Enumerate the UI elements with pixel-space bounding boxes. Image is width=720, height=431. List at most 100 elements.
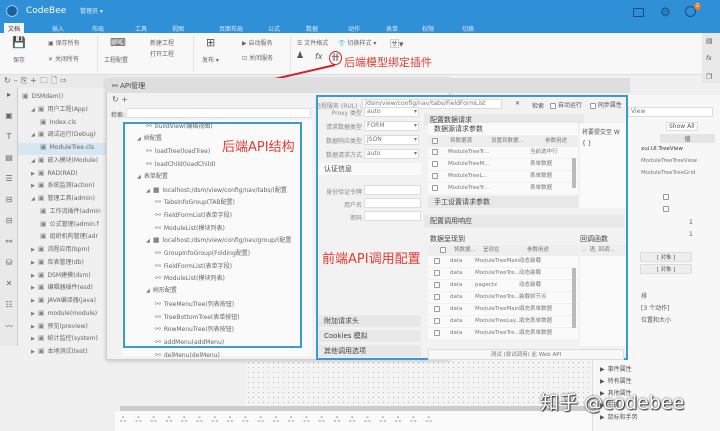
option-select[interactable]: FORM ▾ [364,121,419,131]
response-section[interactable]: 配置调用响应 [424,215,624,227]
tree-item[interactable]: ▣ DSMdam() [22,90,63,102]
publish-icon[interactable]: ⊞ [206,36,215,49]
settings-icon[interactable]: ⚙ [660,5,671,19]
tab-1[interactable]: 插入 [48,23,68,33]
tree-item[interactable]: ▶ ▣ 库表管理(db) [31,256,84,268]
expand-arrow-icon[interactable]: ◢ [146,238,150,244]
tab-2[interactable]: 布局 [88,23,108,33]
prop-section[interactable]: ▶ 鼠标和手势 [600,412,638,421]
tab-11[interactable]: 切换 [458,23,478,33]
manual-params-section[interactable]: 手工设置请求参数 [428,196,578,208]
window-icon[interactable] [633,8,644,17]
response-row[interactable]: data ModuleTreeMain动态装载 [428,256,578,267]
expand-arrow-icon[interactable]: ▶ [31,260,35,266]
project-config-icon[interactable]: ⌨ [110,36,126,49]
sidebar-tool-icon-5[interactable]: ⊟ [3,195,15,207]
prop-section[interactable]: ▶ 布局 [600,400,620,409]
api-tree-item[interactable]: ⚯ GroupInfoGroup(Folding配置) [155,247,250,259]
refresh-icon[interactable]: ↻ [112,95,121,104]
auth-field-input[interactable] [364,198,421,208]
row-checkbox[interactable] [432,172,438,179]
response-row[interactable]: data ModuleTreeLay...填充表单数据 [428,316,578,327]
save-button[interactable]: 保存 [13,55,25,64]
fx-side-icon[interactable]: fx [706,55,712,62]
tree-item[interactable]: ◢ ▣ 管理工具(admin) [31,192,95,204]
tree-item[interactable]: ◢ ▣ 调试运行(Debug) [31,128,96,140]
tree-item[interactable]: ▣ 组织机构管理(adr [40,230,98,242]
api-tree-item[interactable]: ⚯ TabsInfoGroup(TAB配置) [155,196,235,208]
test-api-button[interactable]: 测试 (尝试调用) 此 Web API [428,349,624,360]
expand-arrow-icon[interactable]: ◢ [137,174,141,180]
tab-0[interactable]: 文档 [4,23,25,33]
expand-arrow-icon[interactable]: ◢ [31,132,35,138]
expand-arrow-icon[interactable]: ▶ [31,171,35,177]
api-tree-item[interactable]: ⚯ RowMenuTree(列表按钮) [155,323,234,335]
tab-6[interactable]: 公式 [264,23,284,33]
switch-style-button[interactable]: 👕 切换样式 ▾ [338,38,376,47]
response-row[interactable]: data ModuleTreeTre...装载树节点 [428,292,578,303]
api-search-input[interactable] [126,108,311,118]
sidebar-tool-icon-2[interactable]: T [3,132,15,144]
tree-item[interactable]: ▶ ▣ DSM建模(dsm) [31,269,91,281]
project-config-button[interactable]: 工程配置 [104,55,128,64]
request-scrollbar[interactable] [572,158,576,188]
row-checkbox[interactable] [432,184,438,191]
tree-item[interactable]: ▶ ▣ 流程应用(bpm) [31,243,90,255]
expand-arrow-icon[interactable]: ▶ [31,349,35,355]
response-row[interactable]: data ModuleTreeTre...填充表单数据 [428,328,578,339]
tab-10[interactable]: 权限 [418,23,438,33]
expand-arrow-icon[interactable]: ◢ [137,136,141,142]
expand-arrow-icon[interactable]: ▶ [31,273,35,279]
option-select[interactable]: auto ▾ [364,107,419,117]
tab-5[interactable]: 页面布局 [215,23,247,33]
api-tree-item[interactable]: ⚯ loadChild(loadChild) [146,158,215,170]
expand-arrow-icon[interactable]: ▶ [31,324,35,330]
api-tree-item[interactable]: ⚯ TreeBottomTree(表单按钮) [155,311,240,323]
collapsed-section[interactable]: 附加请求头 [318,315,421,327]
save-all-button[interactable]: ▣ 保存所有 [48,38,80,47]
new-file-icon[interactable]: 🗋 [51,76,60,85]
expand-arrow-icon[interactable]: ▶ [31,298,35,304]
api-tree-item[interactable]: ◢ 树配置 [137,133,162,145]
request-row[interactable]: ModuleTreeTr... 表单数据 [428,183,578,194]
api-tree-item[interactable]: ◢ 表单配置 [137,171,168,183]
sidebar-tool-icon-4[interactable]: ☰ [3,174,15,186]
export-icon[interactable]: ⇨ [60,76,70,85]
response-row[interactable]: data ModuleTreeMain填充表单数据 [428,304,578,315]
show-all-button[interactable]: Show All [666,122,698,131]
add-icon[interactable]: + [121,95,128,104]
folder-icon[interactable]: 🗀 [40,76,51,85]
tree-item[interactable]: ▣ 公式管理(admin.f [40,218,99,230]
tree-item[interactable]: ▣ ModuleTree.cls [40,141,94,153]
minus-icon[interactable]: – [14,76,21,85]
tab-4[interactable]: 视图 [168,23,188,33]
tab-3[interactable]: 工具 [131,23,151,33]
request-row[interactable]: ModuleTreeTr... 当前选中行 [428,147,578,158]
row-checkbox[interactable] [434,269,440,276]
tree-item[interactable]: ◢ ▣ 用户工程(App) [31,103,88,115]
refresh-icon[interactable]: ↻ [4,76,14,85]
expand-arrow-icon[interactable]: ◢ [31,158,35,164]
api-tree-item[interactable]: ⚯ ModuleList(模块列表) [155,222,225,234]
row-checkbox[interactable] [432,160,438,167]
row-checkbox[interactable] [434,257,440,264]
close-all-button[interactable]: ✕ 关闭所有 [48,54,79,63]
sidebar-tool-icon-9[interactable]: ✕ [3,279,15,291]
api-tree-item[interactable]: ⚯ TreeMenuTree(列表按钮) [155,298,234,310]
api-dialog-titlebar[interactable] [106,78,450,93]
api-tree-item[interactable]: ◢ 树形配置 [146,285,177,297]
tree-item[interactable]: ◢ ▣ 嵌入模块(Module) [31,154,98,166]
option-select[interactable]: auto ▾ [364,149,419,159]
prop-checkbox[interactable] [663,194,669,200]
user-menu[interactable]: 管理员 ▾ [80,6,103,15]
expand-arrow-icon[interactable]: ◢ [31,107,35,113]
response-row[interactable]: data ModuleTreeTre...动态装载 [428,268,578,279]
copy-icon[interactable]: ⎘ [21,76,30,85]
prop-section[interactable]: ▶ 其他属性 [600,388,632,397]
tab-8[interactable]: 动作 [344,23,364,33]
row-checkbox[interactable] [432,148,438,155]
file-format-button[interactable]: ☰ 文件格式 [297,38,328,47]
prop-object-button[interactable]: [ 对象 ] [640,264,692,274]
prop-section[interactable]: ▶ 事件属性 [600,364,632,373]
api-tree-item[interactable]: ⚯ buildView(编辑视图) [146,120,213,132]
